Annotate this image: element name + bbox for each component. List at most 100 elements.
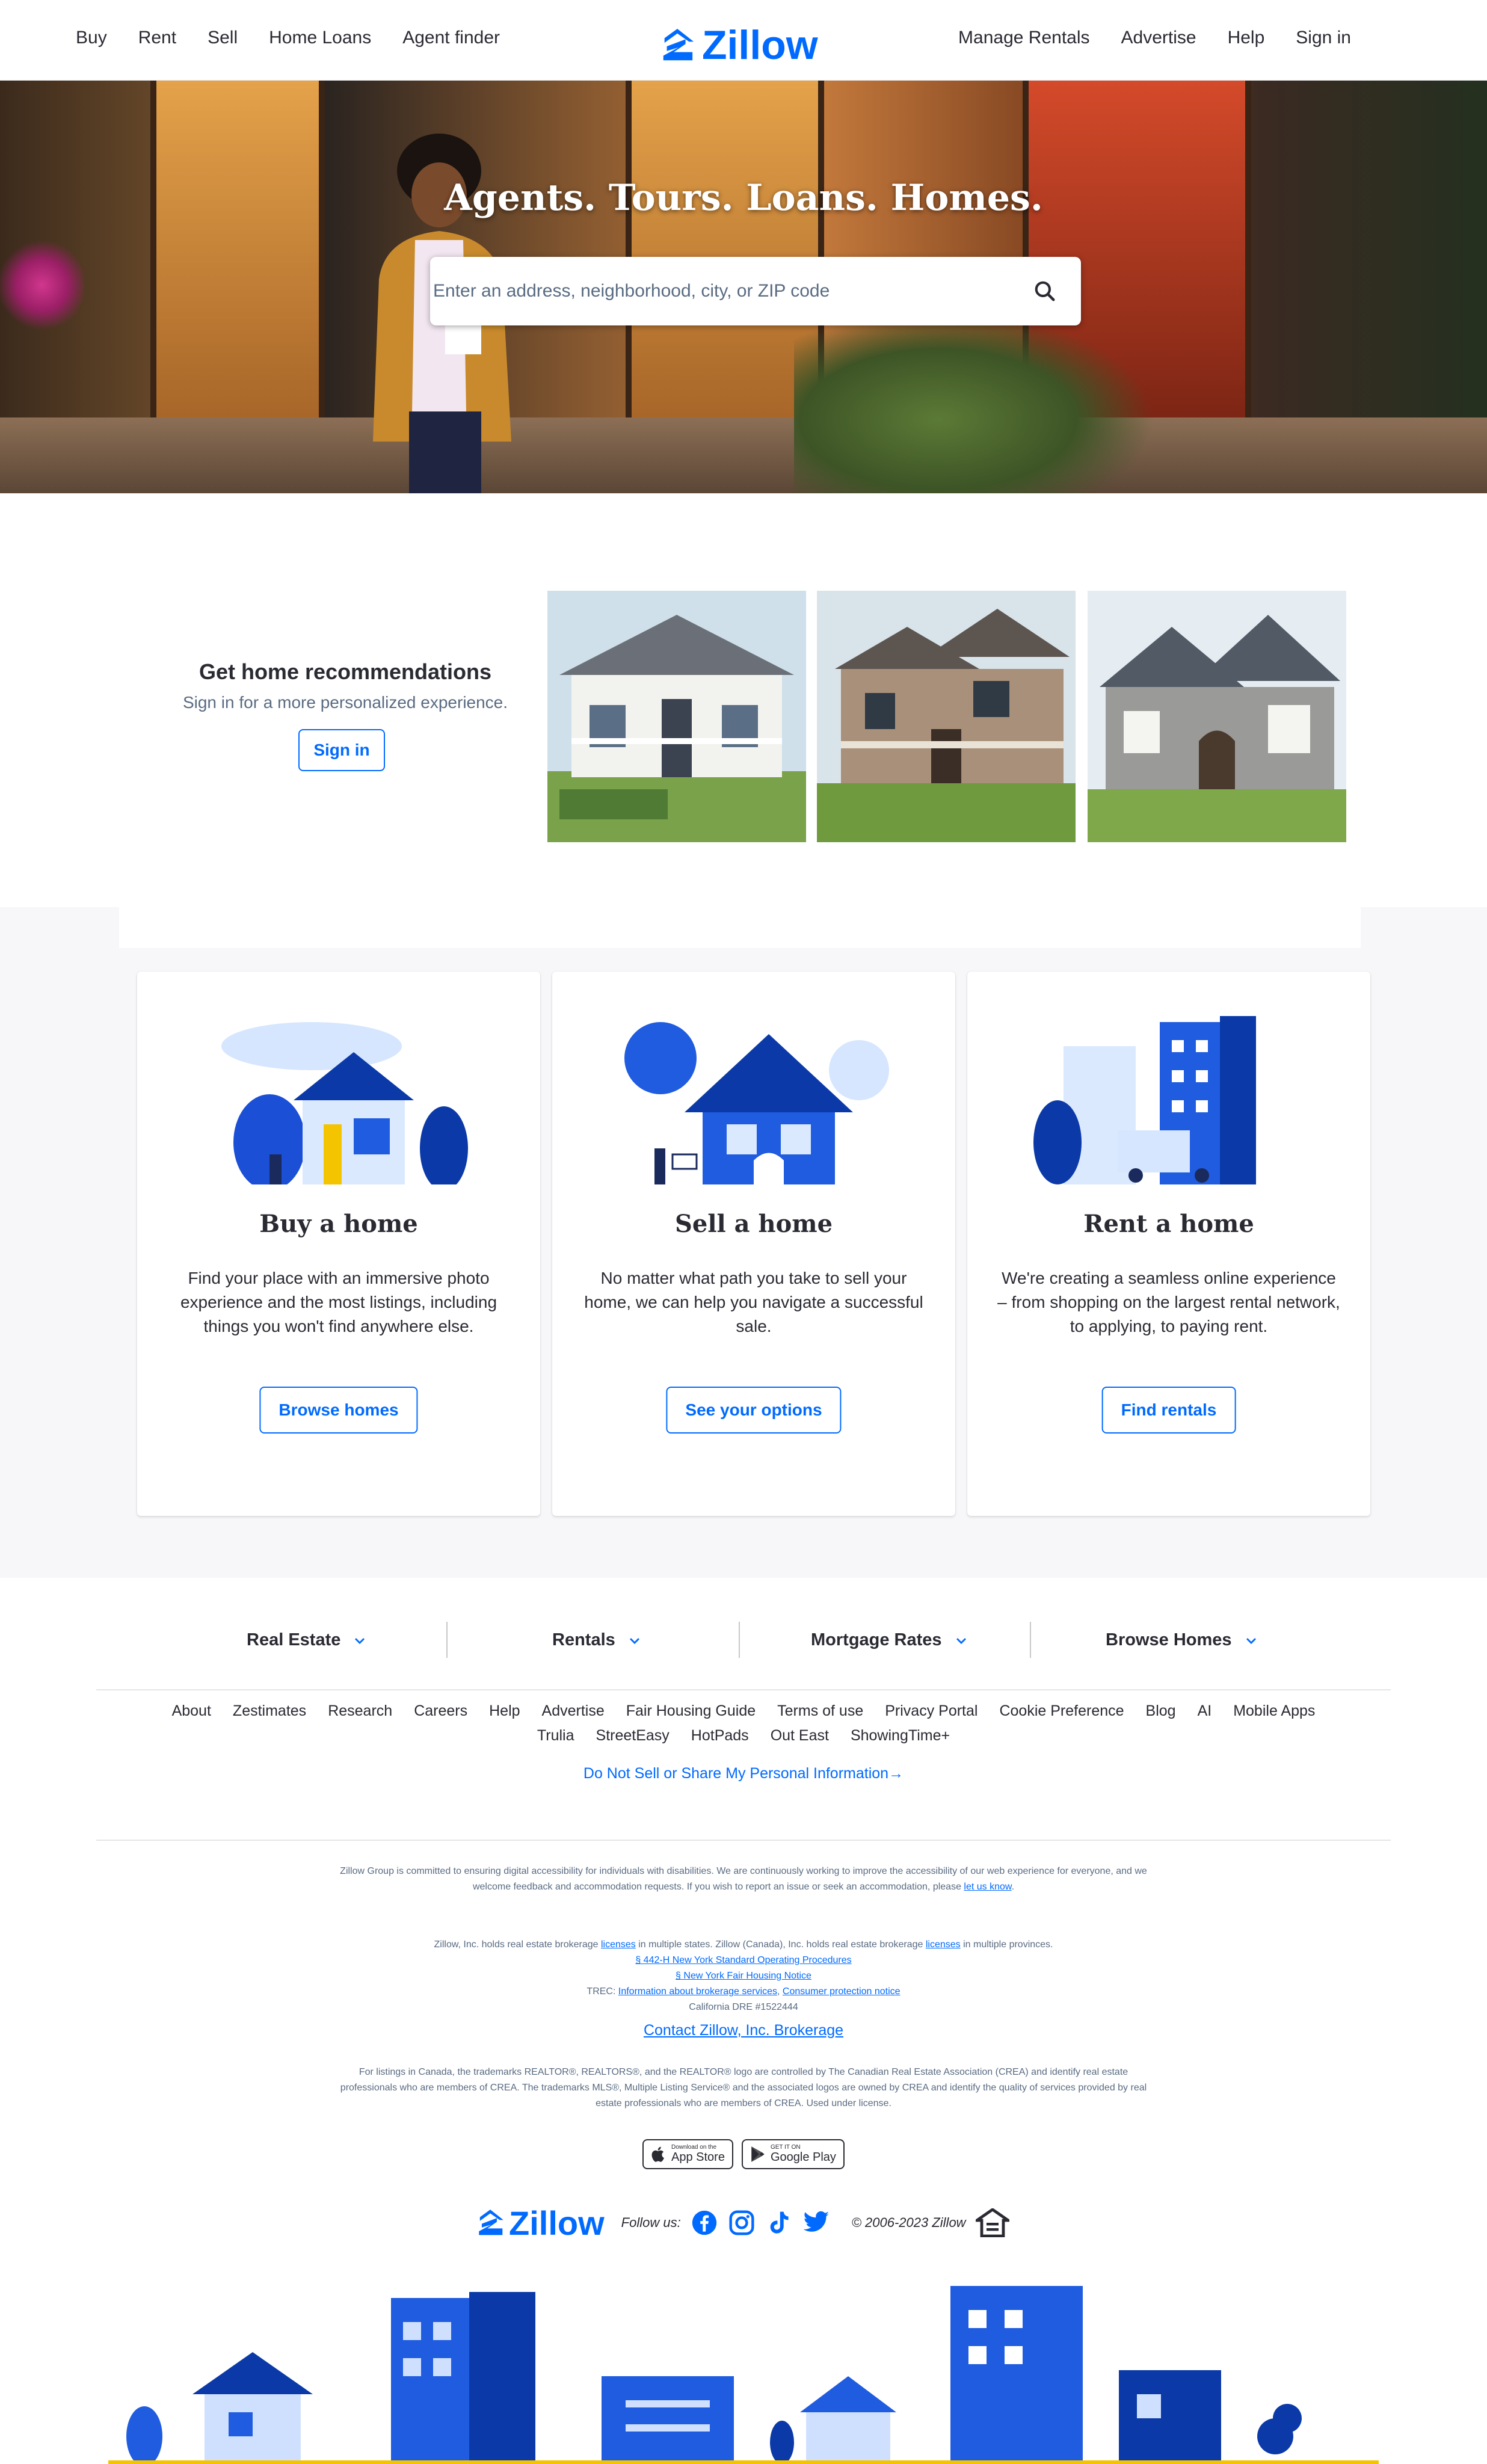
nav-manage-rentals[interactable]: Manage Rentals <box>943 24 1105 52</box>
footer-link-advertise[interactable]: Advertise <box>531 1702 615 1720</box>
footer-zillow-logo[interactable]: Zillow <box>475 2204 605 2243</box>
footer-link-privacy-portal[interactable]: Privacy Portal <box>874 1702 988 1720</box>
hero-title: Agents. Tours. Loans. Homes. <box>444 177 1043 219</box>
search-bar <box>430 257 1081 325</box>
secondary-nav: Manage Rentals Advertise Help Sign in <box>943 24 1367 52</box>
accessibility-statement: Zillow Group is committed to ensuring di… <box>340 1866 1147 1892</box>
hero-porch-floor <box>0 417 1487 493</box>
nav-buy[interactable]: Buy <box>60 24 123 52</box>
footer-links: About Zestimates Research Careers Help A… <box>96 1702 1391 1782</box>
nav-sign-in[interactable]: Sign in <box>1280 24 1367 52</box>
zillow-logo[interactable]: Zillow <box>659 22 818 69</box>
buy-home-title: Buy a home <box>259 1210 418 1238</box>
do-not-sell-link[interactable]: Do Not Sell or Share My Personal Informa… <box>583 1765 904 1782</box>
footer-link-ai[interactable]: AI <box>1187 1702 1223 1720</box>
house-photo-stone <box>1088 591 1346 842</box>
category-label: Real Estate <box>247 1630 341 1649</box>
sell-home-description: No matter what path you take to sell you… <box>584 1269 923 1335</box>
licenses-link[interactable]: licenses <box>601 1939 636 1950</box>
see-your-options-button[interactable]: See your options <box>666 1387 842 1434</box>
sell-home-illustration <box>624 1022 889 1184</box>
category-divider <box>739 1622 740 1658</box>
rent-home-description: We're creating a seamless online experie… <box>997 1269 1340 1335</box>
facebook-link[interactable] <box>691 2209 718 2237</box>
nav-home-loans[interactable]: Home Loans <box>253 24 387 52</box>
search-button[interactable] <box>1021 267 1069 315</box>
find-rentals-button[interactable]: Find rentals <box>1101 1387 1236 1434</box>
consumer-protection-link[interactable]: Consumer protection notice <box>783 1986 901 1997</box>
buy-home-card: Buy a home Find your place with an immer… <box>137 972 540 1516</box>
licensing-info: Zillow, Inc. holds real estate brokerage… <box>337 1937 1150 2111</box>
zillow-z-icon <box>663 28 694 61</box>
house-image <box>1088 591 1346 842</box>
footer-link-zestimates[interactable]: Zestimates <box>222 1702 317 1720</box>
zillow-z-icon <box>479 2210 503 2235</box>
tiktok-link[interactable] <box>765 2209 793 2237</box>
ny-procedures-link[interactable]: § 442-H New York Standard Operating Proc… <box>635 1955 851 1965</box>
footer-link-trulia[interactable]: Trulia <box>526 1727 585 1745</box>
footer-link-showingtime[interactable]: ShowingTime+ <box>840 1727 961 1745</box>
nav-help[interactable]: Help <box>1212 24 1281 52</box>
search-input[interactable] <box>430 257 1021 325</box>
footer-link-out-east[interactable]: Out East <box>760 1727 840 1745</box>
facebook-icon <box>692 2210 716 2235</box>
license-text: in multiple provinces. <box>963 1939 1053 1950</box>
recommendations-card: Get home recommendations Sign in for a m… <box>119 552 1361 948</box>
app-store-small-text: Download on the <box>671 2144 717 2151</box>
hero-banner: Agents. Tours. Loans. Homes. <box>0 81 1487 493</box>
nav-advertise[interactable]: Advertise <box>1106 24 1212 52</box>
instagram-link[interactable] <box>728 2209 756 2237</box>
footer-link-streeteasy[interactable]: StreetEasy <box>585 1727 680 1745</box>
hero-plants <box>794 309 1155 493</box>
ny-fair-housing-link[interactable]: § New York Fair Housing Notice <box>676 1971 811 1981</box>
let-us-know-link[interactable]: let us know <box>964 1882 1011 1892</box>
footer-link-cookie-preference[interactable]: Cookie Preference <box>988 1702 1134 1720</box>
hero-flowers <box>0 237 84 333</box>
google-play-big-text: Google Play <box>770 2151 836 2164</box>
recommendations-sign-in-button[interactable]: Sign in <box>298 729 385 771</box>
app-store-label: Download on the App Store <box>671 2145 725 2164</box>
nav-agent-finder[interactable]: Agent finder <box>387 24 516 52</box>
footer-link-blog[interactable]: Blog <box>1135 1702 1187 1720</box>
google-play-small-text: GET IT ON <box>770 2144 801 2151</box>
contact-brokerage-link[interactable]: Contact Zillow, Inc. Brokerage <box>644 2022 843 2039</box>
house-photo-white <box>547 591 806 842</box>
footer-link-careers[interactable]: Careers <box>403 1702 478 1720</box>
license-text: in multiple states. Zillow (Canada), Inc… <box>638 1939 923 1950</box>
recommendations-title: Get home recommendations <box>199 659 492 684</box>
footer-link-fair-housing-guide[interactable]: Fair Housing Guide <box>615 1702 766 1720</box>
apple-icon <box>651 2146 664 2162</box>
footer-link-help[interactable]: Help <box>478 1702 531 1720</box>
category-mortgage-rates[interactable]: Mortgage Rates <box>811 1630 968 1650</box>
footer-link-about[interactable]: About <box>161 1702 222 1720</box>
brokerage-services-link[interactable]: Information about brokerage services <box>618 1986 777 1997</box>
chevron-down-icon <box>355 1637 365 1644</box>
chevron-down-icon <box>629 1637 639 1644</box>
footer-brand-row: Zillow Follow us: © 2006-2023 Zillow <box>475 2202 1017 2244</box>
category-real-estate[interactable]: Real Estate <box>247 1630 367 1650</box>
footer-link-research[interactable]: Research <box>317 1702 403 1720</box>
rent-home-title: Rent a home <box>1083 1210 1254 1238</box>
footer-categories: Real Estate Rentals Mortgage Rates Brows… <box>96 1600 1391 1690</box>
chevron-down-icon <box>956 1637 966 1644</box>
app-store-badge[interactable]: Download on the App Store <box>642 2139 733 2169</box>
google-play-badge[interactable]: GET IT ON Google Play <box>741 2139 845 2169</box>
category-browse-homes[interactable]: Browse Homes <box>1106 1630 1258 1650</box>
category-rentals[interactable]: Rentals <box>552 1630 642 1650</box>
footer-links-row: About Zestimates Research Careers Help A… <box>96 1702 1391 1720</box>
instagram-icon <box>729 2210 754 2235</box>
category-label: Mortgage Rates <box>811 1630 942 1649</box>
nav-sell[interactable]: Sell <box>192 24 253 52</box>
twitter-link[interactable] <box>802 2209 830 2237</box>
chevron-down-icon <box>1246 1637 1256 1644</box>
nav-rent[interactable]: Rent <box>123 24 192 52</box>
trec-label: TREC: <box>586 1986 616 1997</box>
footer-link-hotpads[interactable]: HotPads <box>680 1727 760 1745</box>
licenses-link[interactable]: licenses <box>926 1939 961 1950</box>
zillow-wordmark: Zillow <box>509 2204 605 2242</box>
crea-text: For listings in Canada, the trademarks R… <box>340 2067 1147 2108</box>
footer-link-mobile-apps[interactable]: Mobile Apps <box>1222 1702 1326 1720</box>
recommendations-text: Get home recommendations Sign in for a m… <box>154 582 537 870</box>
footer-link-terms-of-use[interactable]: Terms of use <box>766 1702 874 1720</box>
browse-homes-button[interactable]: Browse homes <box>259 1387 418 1434</box>
